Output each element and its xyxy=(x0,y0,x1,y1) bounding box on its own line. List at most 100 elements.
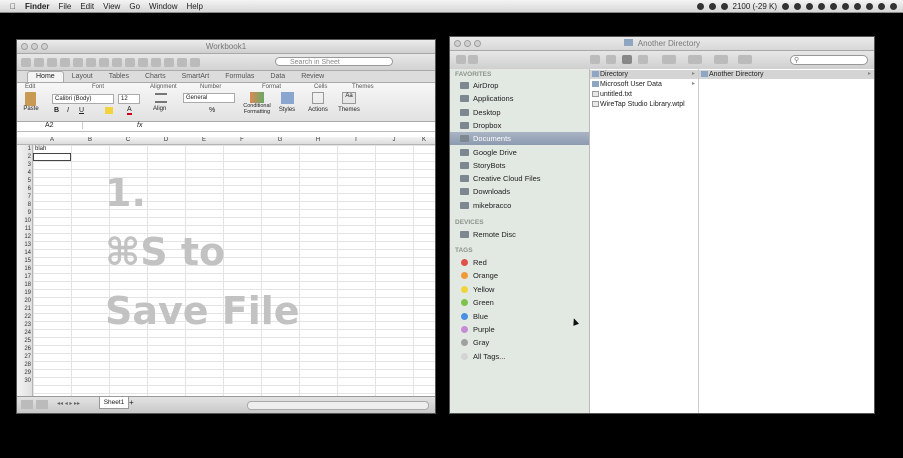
sidebar-item-remote-disc[interactable]: Remote Disc xyxy=(450,228,589,241)
italic-button[interactable]: I xyxy=(67,107,69,114)
tab-data[interactable]: Data xyxy=(262,72,293,82)
tab-layout[interactable]: Layout xyxy=(64,72,101,82)
excel-search-field[interactable]: Search in Sheet xyxy=(275,57,393,66)
column-header[interactable]: B xyxy=(71,137,109,144)
formula-input[interactable] xyxy=(149,122,435,131)
tab-tables[interactable]: Tables xyxy=(101,72,137,82)
paste-icon[interactable] xyxy=(112,57,122,67)
sidebar-tag-purple[interactable]: Purple xyxy=(450,323,589,336)
page-layout-view-button[interactable] xyxy=(36,400,48,409)
sidebar-item-mikebracco[interactable]: mikebracco xyxy=(450,199,589,212)
paste-button[interactable]: Paste xyxy=(23,92,39,118)
tab-formulas[interactable]: Formulas xyxy=(217,72,262,82)
sidebar-item-airdrop[interactable]: AirDrop xyxy=(450,79,589,92)
zoom-button[interactable] xyxy=(41,43,48,50)
row-header[interactable]: 18 xyxy=(17,281,31,289)
tab-smartart[interactable]: SmartArt xyxy=(174,72,218,82)
menu-app-name[interactable]: Finder xyxy=(25,2,49,11)
status-icon-5[interactable] xyxy=(842,2,849,10)
column-header[interactable]: G xyxy=(261,137,299,144)
status-icon-6[interactable] xyxy=(854,2,861,10)
sidebar-tag-yellow[interactable]: Yellow xyxy=(450,283,589,296)
row-header[interactable]: 7 xyxy=(17,193,31,201)
wifi-icon[interactable] xyxy=(878,2,885,10)
icon-view-icon[interactable] xyxy=(590,55,600,64)
print-icon[interactable] xyxy=(73,57,83,67)
status-icon-4[interactable] xyxy=(818,2,825,10)
row-header[interactable]: 19 xyxy=(17,289,31,297)
tab-home[interactable]: Home xyxy=(27,71,64,82)
sidebar-tag-blue[interactable]: Blue xyxy=(450,310,589,323)
row-header[interactable]: 27 xyxy=(17,353,31,361)
sidebar-item-dropbox[interactable]: Dropbox xyxy=(450,119,589,132)
notification-icon[interactable] xyxy=(708,2,716,10)
horizontal-scrollbar[interactable] xyxy=(247,401,429,410)
row-header[interactable]: 13 xyxy=(17,241,31,249)
row-header[interactable]: 8 xyxy=(17,201,31,209)
mail-icon[interactable] xyxy=(830,2,837,10)
open-icon[interactable] xyxy=(47,57,57,67)
number-format-select[interactable]: General xyxy=(183,93,235,103)
templates-icon[interactable] xyxy=(34,57,44,67)
row-header[interactable]: 15 xyxy=(17,257,31,265)
file-list-item[interactable]: Directory ▸ xyxy=(590,70,698,79)
row-header[interactable]: 25 xyxy=(17,337,31,345)
copy-icon[interactable] xyxy=(99,57,109,67)
row-header[interactable]: 9 xyxy=(17,209,31,217)
gear-icon[interactable] xyxy=(662,55,676,64)
font-size-select[interactable]: 12 xyxy=(118,94,140,104)
cell-a1[interactable]: blah xyxy=(35,145,46,153)
redo-icon[interactable] xyxy=(151,57,161,67)
cell-area[interactable]: blah xyxy=(33,145,435,397)
row-header[interactable]: 2 xyxy=(17,153,31,161)
sidebar-tag-red[interactable]: Red xyxy=(450,256,589,269)
row-header[interactable]: 24 xyxy=(17,329,31,337)
file-list-item[interactable]: Microsoft User Data ▸ xyxy=(590,80,698,89)
help-status-icon[interactable] xyxy=(696,2,704,10)
cut-icon[interactable] xyxy=(86,57,96,67)
row-header[interactable]: 3 xyxy=(17,161,31,169)
bold-button[interactable]: B xyxy=(54,107,59,114)
tab-review[interactable]: Review xyxy=(293,72,332,82)
menu-file[interactable]: File xyxy=(58,2,71,11)
font-name-select[interactable]: Calibri (Body) xyxy=(52,94,114,104)
row-header[interactable]: 6 xyxy=(17,185,31,193)
column-header[interactable]: E xyxy=(185,137,223,144)
search-icon[interactable] xyxy=(890,2,897,10)
row-header[interactable]: 20 xyxy=(17,297,31,305)
new-icon[interactable] xyxy=(21,57,31,67)
sidebar-tag-green[interactable]: Green xyxy=(450,296,589,309)
coverflow-view-icon[interactable] xyxy=(638,55,648,64)
file-list-item[interactable]: untitled.txt xyxy=(590,90,698,99)
apple-menu-icon[interactable]:  xyxy=(10,2,16,11)
font-color-icon[interactable]: A xyxy=(127,106,132,115)
column-header[interactable]: I xyxy=(337,137,375,144)
close-button[interactable] xyxy=(21,43,28,50)
minimize-button[interactable] xyxy=(464,40,471,47)
sidebar-item-creative-cloud-files[interactable]: Creative Cloud Files xyxy=(450,172,589,185)
sidebar-item-storybots[interactable]: StoryBots xyxy=(450,159,589,172)
memory-readout[interactable]: 2100 (-29 K) xyxy=(733,2,777,11)
row-header[interactable]: 4 xyxy=(17,169,31,177)
sidebar-item-documents[interactable]: Documents xyxy=(450,132,589,146)
row-header[interactable]: 16 xyxy=(17,265,31,273)
row-header[interactable]: 23 xyxy=(17,321,31,329)
row-header[interactable]: 29 xyxy=(17,369,31,377)
menu-go[interactable]: Go xyxy=(129,2,140,11)
sum-icon[interactable] xyxy=(164,57,174,67)
sidebar-tag-all-tags-[interactable]: All Tags... xyxy=(450,350,589,363)
sidebar-item-desktop[interactable]: Desktop xyxy=(450,106,589,119)
percent-button[interactable]: % xyxy=(209,107,215,114)
file-list-item[interactable]: Another Directory ▸ xyxy=(699,70,874,79)
status-icon-1[interactable] xyxy=(782,2,789,10)
zoom-button[interactable] xyxy=(474,40,481,47)
row-header[interactable]: 5 xyxy=(17,177,31,185)
share-icon[interactable] xyxy=(714,55,728,64)
column-header[interactable]: C xyxy=(109,137,147,144)
status-icon-7[interactable] xyxy=(866,2,873,10)
close-button[interactable] xyxy=(454,40,461,47)
row-header[interactable]: 21 xyxy=(17,305,31,313)
row-header[interactable]: 14 xyxy=(17,249,31,257)
menu-help[interactable]: Help xyxy=(186,2,202,11)
row-header[interactable]: 12 xyxy=(17,233,31,241)
